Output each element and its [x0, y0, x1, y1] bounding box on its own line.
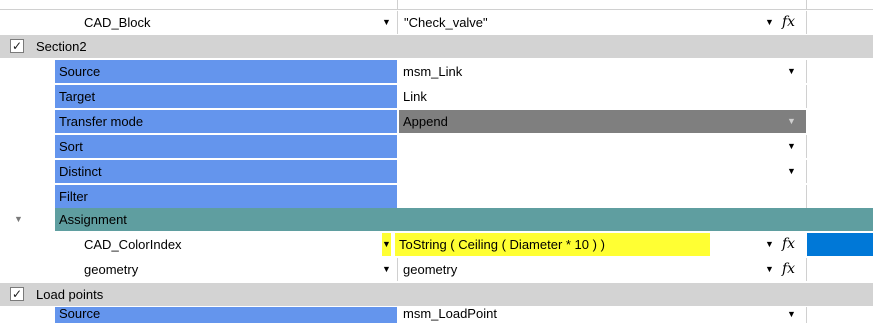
cad-colorindex-fx-icon[interactable]: fx [782, 233, 795, 256]
section2-header[interactable]: ✓ Section2 [0, 35, 873, 59]
row-assignment[interactable]: ▼ Assignment [0, 208, 873, 232]
distinct-label: Distinct [55, 160, 397, 183]
row-source-loadpoints[interactable]: Source msm_LoadPoint ▼ [0, 307, 873, 323]
distinct-dropdown-icon[interactable]: ▼ [787, 160, 796, 183]
value-cad-block[interactable]: "Check_valve" [400, 11, 760, 34]
row-target[interactable]: Target Link [0, 85, 873, 109]
geometry-field[interactable]: geometry [80, 258, 380, 281]
sort-value[interactable] [399, 135, 759, 158]
geometry-dropdown-icon[interactable]: ▼ [382, 258, 391, 281]
row-transfer-mode[interactable]: Transfer mode Append ▼ [0, 110, 873, 134]
geometry-fx-icon[interactable]: fx [782, 258, 795, 281]
cad-colorindex-field[interactable]: CAD_ColorIndex [80, 233, 380, 256]
load-points-header[interactable]: ✓ Load points [0, 283, 873, 307]
sort-label: Sort [55, 135, 397, 158]
source-loadpoints-value[interactable]: msm_LoadPoint [399, 307, 759, 323]
source-dropdown-icon[interactable]: ▼ [787, 60, 796, 83]
target-label: Target [55, 85, 397, 108]
row-cad-colorindex[interactable]: CAD_ColorIndex ▼ ToString ( Ceiling ( Di… [0, 233, 873, 257]
row-geometry[interactable]: geometry ▼ geometry ▼ fx [0, 258, 873, 282]
cad-colorindex-dropdown-icon[interactable]: ▼ [382, 233, 391, 256]
assignment-expander-icon[interactable]: ▼ [14, 208, 23, 231]
assignment-label: Assignment [55, 208, 873, 231]
geometry-value-dropdown-icon[interactable]: ▼ [765, 258, 774, 281]
value-dropdown-icon[interactable]: ▼ [765, 11, 774, 34]
row-filter[interactable]: Filter [0, 185, 873, 209]
geometry-value[interactable]: geometry [399, 258, 759, 281]
filter-label: Filter [55, 185, 397, 208]
target-value[interactable]: Link [399, 85, 759, 108]
filter-value[interactable] [399, 185, 759, 208]
selected-cell[interactable] [807, 233, 873, 256]
row-source[interactable]: Source msm_Link ▼ [0, 60, 873, 84]
row-cad-block[interactable]: CAD_Block ▼ "Check_valve" ▼ fx [0, 11, 873, 34]
transfer-mode-dropdown-icon[interactable]: ▼ [787, 110, 796, 133]
field-name-cad-block[interactable]: CAD_Block [80, 11, 388, 34]
field-dropdown-icon[interactable]: ▼ [382, 11, 391, 34]
sort-dropdown-icon[interactable]: ▼ [787, 135, 796, 158]
distinct-value[interactable] [399, 160, 759, 183]
cad-colorindex-expression[interactable]: ToString ( Ceiling ( Diameter * 10 ) ) [395, 233, 710, 256]
row-partial-top [0, 0, 873, 10]
fx-icon[interactable]: fx [782, 11, 795, 34]
row-sort[interactable]: Sort ▼ [0, 135, 873, 159]
source-loadpoints-label: Source [55, 307, 397, 323]
transfer-mode-value[interactable]: Append [399, 110, 806, 133]
source-label: Source [55, 60, 397, 83]
load-points-checkbox[interactable]: ✓ [10, 287, 24, 301]
row-distinct[interactable]: Distinct ▼ [0, 160, 873, 184]
section2-checkbox[interactable]: ✓ [10, 39, 24, 53]
source-loadpoints-dropdown-icon[interactable]: ▼ [787, 307, 796, 323]
load-points-label: Load points [36, 287, 104, 302]
source-value[interactable]: msm_Link [399, 60, 759, 83]
transfer-mode-label: Transfer mode [55, 110, 397, 133]
cad-colorindex-value-dropdown-icon[interactable]: ▼ [765, 233, 774, 256]
section2-label: Section2 [36, 39, 87, 54]
